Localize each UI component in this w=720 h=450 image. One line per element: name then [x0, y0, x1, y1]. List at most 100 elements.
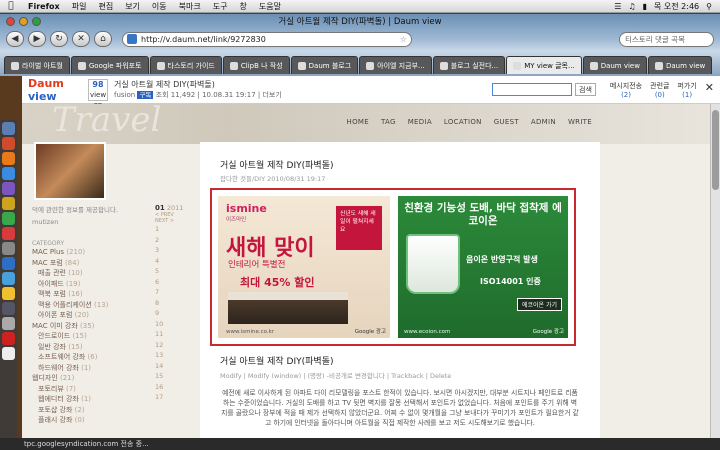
browser-tab[interactable]: 라이벌 아트월 [4, 56, 70, 74]
calendar-day[interactable]: 1 [155, 224, 185, 235]
blog-nav-location[interactable]: LOCATION [444, 118, 482, 126]
menu-app[interactable]: Firefox [22, 2, 66, 11]
profile-name[interactable]: mutizen [32, 218, 142, 226]
back-icon[interactable]: ◀ [6, 31, 24, 47]
calendar-day[interactable]: 14 [155, 361, 185, 372]
browser-tab[interactable]: Daum view [647, 56, 713, 74]
volume-icon[interactable]: ♫ [628, 2, 635, 11]
category-item[interactable]: MAC 이미 강좌 (35) [32, 321, 142, 332]
wifi-icon[interactable]: ☰ [614, 2, 621, 11]
browser-tab[interactable]: MY view 글목... [506, 56, 582, 74]
category-item[interactable]: 맥북 포럼 (16) [32, 289, 142, 300]
calendar-icon[interactable] [2, 227, 15, 240]
app-icon[interactable] [2, 272, 15, 285]
category-item[interactable]: 하드웨어 강좌 (1) [32, 363, 142, 374]
view-count-box[interactable]: 98 view on [88, 78, 108, 109]
page-scrollbar[interactable] [710, 104, 720, 438]
facetime-icon[interactable] [2, 212, 15, 225]
calendar-day[interactable]: 3 [155, 245, 185, 256]
trash-icon[interactable] [2, 347, 15, 360]
post-title[interactable]: 거실 아트월 제작 DIY(파벽돌) [220, 158, 334, 171]
menu-edit[interactable]: 편집 [92, 1, 119, 12]
calendar-day[interactable]: 13 [155, 350, 185, 361]
browser-tab[interactable]: Google 파워포토 [70, 56, 149, 74]
category-item[interactable]: 매출 관련 (10) [32, 268, 142, 279]
post-title-secondary[interactable]: 거실 아트월 제작 DIY(파벽돌) [220, 354, 334, 367]
category-item[interactable]: 소프트웨어 강좌 (6) [32, 352, 142, 363]
app-icon[interactable] [2, 317, 15, 330]
view-search-button[interactable]: 검색 [575, 83, 596, 96]
category-item[interactable]: 안드로이드 (15) [32, 331, 142, 342]
calendar-nav[interactable]: < PREV NEXT > [155, 212, 185, 224]
url-bar[interactable]: http://v.daum.net/link/9272830 ☆ [122, 31, 412, 47]
blog-nav-write[interactable]: WRITE [568, 118, 592, 126]
google-ads-label[interactable]: Google 광고 [355, 327, 386, 335]
google-ads-label[interactable]: Google 광고 [533, 327, 564, 335]
app-icon[interactable] [2, 302, 15, 315]
url-text[interactable]: http://v.daum.net/link/9272830 [141, 35, 266, 44]
calendar-day[interactable]: 9 [155, 308, 185, 319]
category-item[interactable]: 포토리뷰 (7) [32, 384, 142, 395]
category-item[interactable]: 아이패드 (19) [32, 279, 142, 290]
spotlight-icon[interactable]: ⚲ [706, 2, 712, 11]
calendar-day[interactable]: 12 [155, 340, 185, 351]
calendar-day[interactable]: 16 [155, 382, 185, 393]
calendar-day[interactable]: 4 [155, 256, 185, 267]
browser-tab[interactable]: 블로그 실전다... [432, 56, 506, 74]
calendar-day[interactable]: 17 [155, 392, 185, 403]
blog-nav-tag[interactable]: TAG [381, 118, 396, 126]
blog-nav-guest[interactable]: GUEST [494, 118, 519, 126]
category-item[interactable]: 웹에디터 강좌 (1) [32, 394, 142, 405]
calendar-day[interactable]: 8 [155, 298, 185, 309]
clock[interactable]: 목 오전 2:46 [654, 1, 699, 12]
menu-file[interactable]: 파일 [66, 1, 93, 12]
itunes-icon[interactable] [2, 182, 15, 195]
calendar-day[interactable]: 6 [155, 277, 185, 288]
category-item[interactable]: 아이폰 포럼 (20) [32, 310, 142, 321]
ad-ismine[interactable]: ismine 이즈마인 새해 맞이 인테리어 특별전 최대 45% 할인 신년도… [218, 196, 390, 338]
app-icon[interactable] [2, 137, 15, 150]
safari-icon[interactable] [2, 167, 15, 180]
reload-icon[interactable]: ↻ [50, 31, 68, 47]
category-item[interactable]: 포토샵 강좌 (2) [32, 405, 142, 416]
ad-ecoion[interactable]: 친환경 기능성 도배, 바닥 접착제 에코이온 음이온 반영구적 발생 ISO1… [398, 196, 568, 338]
browser-tab[interactable]: ClipB 나 작성 [222, 56, 290, 74]
calendar-day[interactable]: 2 [155, 235, 185, 246]
browser-search-field[interactable]: 티스토리 댓글 곡목 [619, 31, 714, 47]
related-posts-button[interactable]: 관련글 (0) [650, 81, 669, 99]
blog-nav-media[interactable]: MEDIA [408, 118, 432, 126]
category-item[interactable]: 맥용 어플리케이션 (13) [32, 300, 142, 311]
scrollbar-thumb[interactable] [712, 110, 719, 190]
blog-nav-admin[interactable]: ADMIN [531, 118, 556, 126]
view-search-input[interactable] [492, 83, 573, 96]
preferences-icon[interactable] [2, 242, 15, 255]
daum-view-logo[interactable]: Daum view [22, 77, 88, 103]
menu-window[interactable]: 창 [233, 1, 252, 12]
battery-icon[interactable]: ▮ [643, 2, 647, 11]
forward-icon[interactable]: ▶ [28, 31, 46, 47]
browser-tab[interactable]: 아이엘 지금부... [359, 56, 432, 74]
category-item[interactable]: 웹디자인 (21) [32, 373, 142, 384]
browser-tab[interactable]: Daum view [582, 56, 647, 74]
ad-cta-button[interactable]: 에코이온 가기 [516, 298, 562, 311]
stop-icon[interactable]: ✕ [72, 31, 90, 47]
profile-photo[interactable] [34, 142, 106, 200]
menu-tools[interactable]: 도구 [207, 1, 234, 12]
menu-help[interactable]: 도움말 [253, 1, 287, 12]
post-actions[interactable]: Modify | Modify (window) | (명랑) -비공개로 변경… [220, 370, 451, 380]
subscribe-badge[interactable]: 구독 [137, 90, 154, 99]
category-item[interactable]: MAC 포럼 (84) [32, 258, 142, 269]
calendar-day[interactable]: 10 [155, 319, 185, 330]
calendar-day[interactable]: 7 [155, 287, 185, 298]
mail-icon[interactable] [2, 197, 15, 210]
menu-go[interactable]: 이동 [146, 1, 173, 12]
more-link[interactable]: 더보기 [262, 91, 281, 99]
category-item[interactable]: 플래시 강좌 (0) [32, 415, 142, 426]
view-post-title[interactable]: 거실 아트월 제작 DIY(파벽돌) [114, 79, 282, 90]
app-icon[interactable] [2, 287, 15, 300]
share-button[interactable]: 퍼가기 (1) [677, 81, 696, 99]
calendar-day[interactable]: 5 [155, 266, 185, 277]
category-item[interactable]: MAC Plus (210) [32, 247, 142, 258]
photoshop-icon[interactable] [2, 257, 15, 270]
send-message-button[interactable]: 메시지전송 (2) [610, 81, 642, 99]
